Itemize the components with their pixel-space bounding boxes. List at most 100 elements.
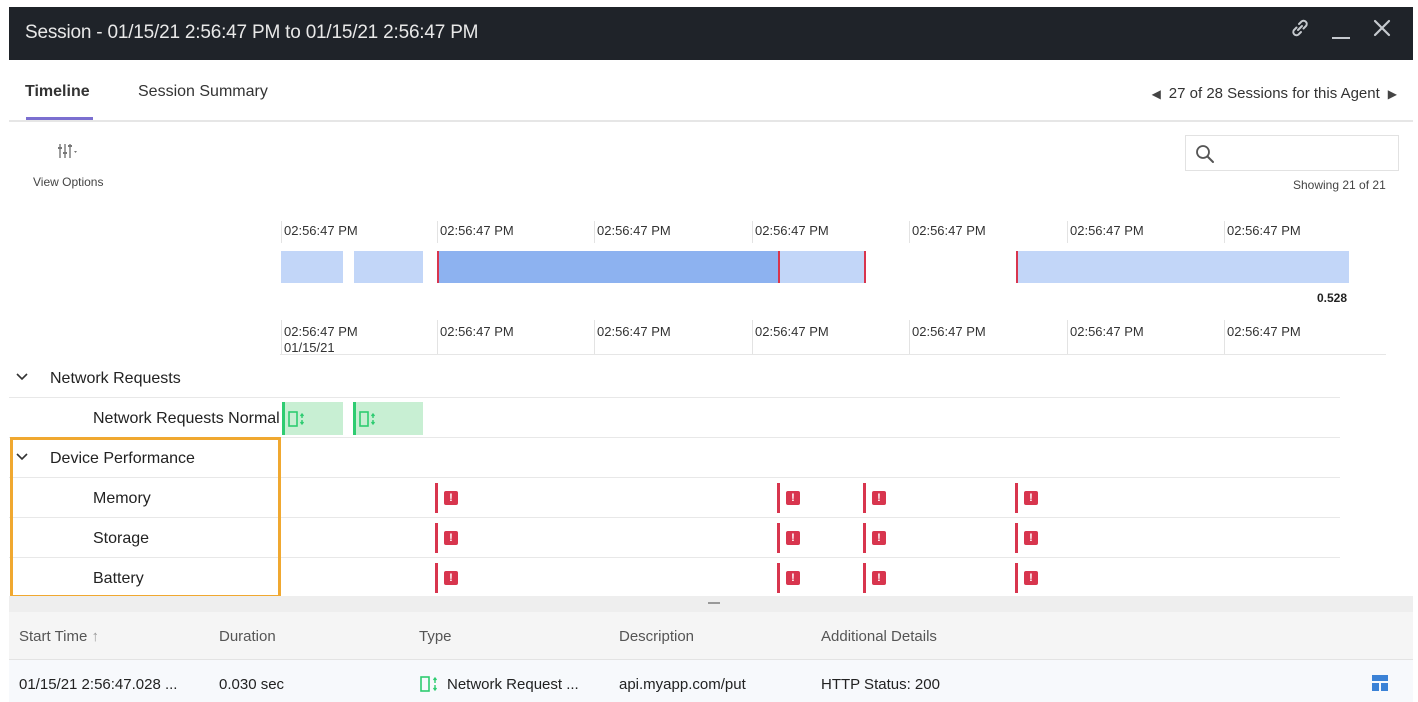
event-bar [1015, 563, 1018, 593]
axis-tick [752, 221, 753, 243]
arrow-up-icon: ↑ [91, 628, 100, 645]
axis-tick-label: 02:56:47 PM [912, 324, 986, 339]
details-panel-icon[interactable] [1372, 675, 1388, 691]
track-row-memory: Memory !!!! [9, 478, 1340, 518]
pager-text: 27 of 28 Sessions for this Agent [1168, 85, 1380, 102]
table-header: Start Time ↑ Duration Type Description A… [9, 612, 1413, 660]
cell-additional-details: HTTP Status: 200 [821, 676, 940, 693]
column-header-description[interactable]: Description [619, 628, 694, 645]
axis-tick-label: 02:56:47 PM [284, 324, 358, 339]
axis-tick-label: 02:56:47 PM [755, 324, 829, 339]
overview-segment[interactable] [1016, 251, 1349, 283]
axis-tick-label: 02:56:47 PM [440, 223, 514, 238]
error-event[interactable]: ! [1015, 523, 1038, 553]
chevron-down-icon[interactable] [15, 369, 29, 386]
group-row-network-requests[interactable]: Network Requests [9, 358, 1340, 398]
error-event[interactable]: ! [435, 563, 458, 593]
tab-session-summary[interactable]: Session Summary [138, 83, 268, 101]
error-event[interactable]: ! [777, 483, 800, 513]
axis-tick [594, 221, 595, 243]
column-header-additional-details[interactable]: Additional Details [821, 628, 937, 645]
error-event[interactable]: ! [435, 483, 458, 513]
axis-tick [437, 221, 438, 243]
error-event[interactable]: ! [863, 523, 886, 553]
scale-value: 0.528 [1317, 291, 1348, 305]
overview-error-marker [437, 251, 439, 283]
axis-tick [1224, 320, 1225, 354]
event-bar [863, 563, 866, 593]
showing-count: Showing 21 of 21 [1293, 178, 1386, 192]
alert-icon: ! [872, 571, 886, 585]
network-request-event[interactable] [282, 402, 343, 435]
error-event[interactable]: ! [1015, 563, 1038, 593]
active-tab-indicator [26, 117, 93, 120]
search-input[interactable] [1222, 142, 1392, 166]
alert-icon: ! [872, 531, 886, 545]
network-request-icon [288, 410, 308, 428]
axis-tick-label: 02:56:47 PM [440, 324, 514, 339]
error-event[interactable]: ! [435, 523, 458, 553]
event-bar [353, 402, 356, 435]
event-bar [435, 483, 438, 513]
event-bar [1015, 483, 1018, 513]
row-label-clip: Network Requests Normal [9, 398, 281, 438]
error-event[interactable]: ! [1015, 483, 1038, 513]
triangle-left-icon[interactable]: ◀ [1152, 87, 1161, 101]
overview-segment[interactable] [354, 251, 423, 283]
error-event[interactable]: ! [777, 563, 800, 593]
column-header-type[interactable]: Type [419, 628, 452, 645]
grip-icon [708, 602, 720, 604]
axis-tick [437, 320, 438, 354]
session-pager: ◀ 27 of 28 Sessions for this Agent ▶ [1152, 85, 1397, 102]
overview-segment[interactable] [780, 251, 865, 283]
triangle-right-icon[interactable]: ▶ [1388, 87, 1397, 101]
error-event[interactable]: ! [777, 523, 800, 553]
link-icon[interactable] [1289, 17, 1311, 47]
row-label: Memory [93, 490, 151, 507]
row-label: Storage [93, 530, 150, 547]
event-bar [863, 523, 866, 553]
overview-segment-selected[interactable] [437, 251, 780, 283]
alert-icon: ! [1024, 571, 1038, 585]
view-options-label: View Options [33, 175, 104, 189]
error-event[interactable]: ! [863, 563, 886, 593]
row-label: Network Requests Normal [93, 410, 280, 427]
close-icon[interactable] [1371, 17, 1393, 47]
event-bar [777, 523, 780, 553]
axis-tick [1067, 221, 1068, 243]
alert-icon: ! [786, 571, 800, 585]
cell-description: api.myapp.com/put [619, 676, 746, 693]
axis-tick-label: 02:56:47 PM [1227, 223, 1301, 238]
axis-tick [752, 320, 753, 354]
search-box[interactable] [1185, 135, 1399, 171]
axis-tick [594, 320, 595, 354]
track-row-network-requests-normal: Network Requests Normal [9, 398, 1340, 438]
axis-tick-label: 02:56:47 PM [284, 223, 358, 238]
track-row-battery: Battery !!!! [9, 558, 1340, 598]
overview-segment[interactable] [281, 251, 343, 283]
table-row[interactable]: 01/15/21 2:56:47.028 ... 0.030 sec Netwo… [9, 660, 1413, 702]
event-bar [777, 483, 780, 513]
minimize-icon[interactable] [1331, 15, 1351, 49]
event-bar [863, 483, 866, 513]
axis-tick [909, 320, 910, 354]
column-header-start-time[interactable]: Start Time ↑ [19, 628, 99, 645]
network-request-event[interactable] [353, 402, 423, 435]
track-row-storage: Storage !!!! [9, 518, 1340, 558]
axis-tick-label: 02:56:47 PM [1227, 324, 1301, 339]
axis-tick [1224, 221, 1225, 243]
alert-icon: ! [786, 531, 800, 545]
group-row-device-performance[interactable]: Device Performance [9, 438, 1340, 478]
axis-tick-label: 02:56:47 PM [912, 223, 986, 238]
event-bar [1015, 523, 1018, 553]
error-event[interactable]: ! [863, 483, 886, 513]
column-header-duration[interactable]: Duration [219, 628, 276, 645]
tab-timeline[interactable]: Timeline [25, 83, 90, 101]
chevron-down-icon[interactable] [15, 449, 29, 466]
alert-icon: ! [1024, 491, 1038, 505]
panel-splitter[interactable] [9, 596, 1413, 612]
cell-start-time: 01/15/21 2:56:47.028 ... [19, 676, 178, 693]
network-request-icon [419, 676, 443, 692]
tab-bar: Timeline Session Summary ◀ 27 of 28 Sess… [9, 60, 1413, 122]
view-options-button[interactable]: View Options [30, 140, 120, 194]
